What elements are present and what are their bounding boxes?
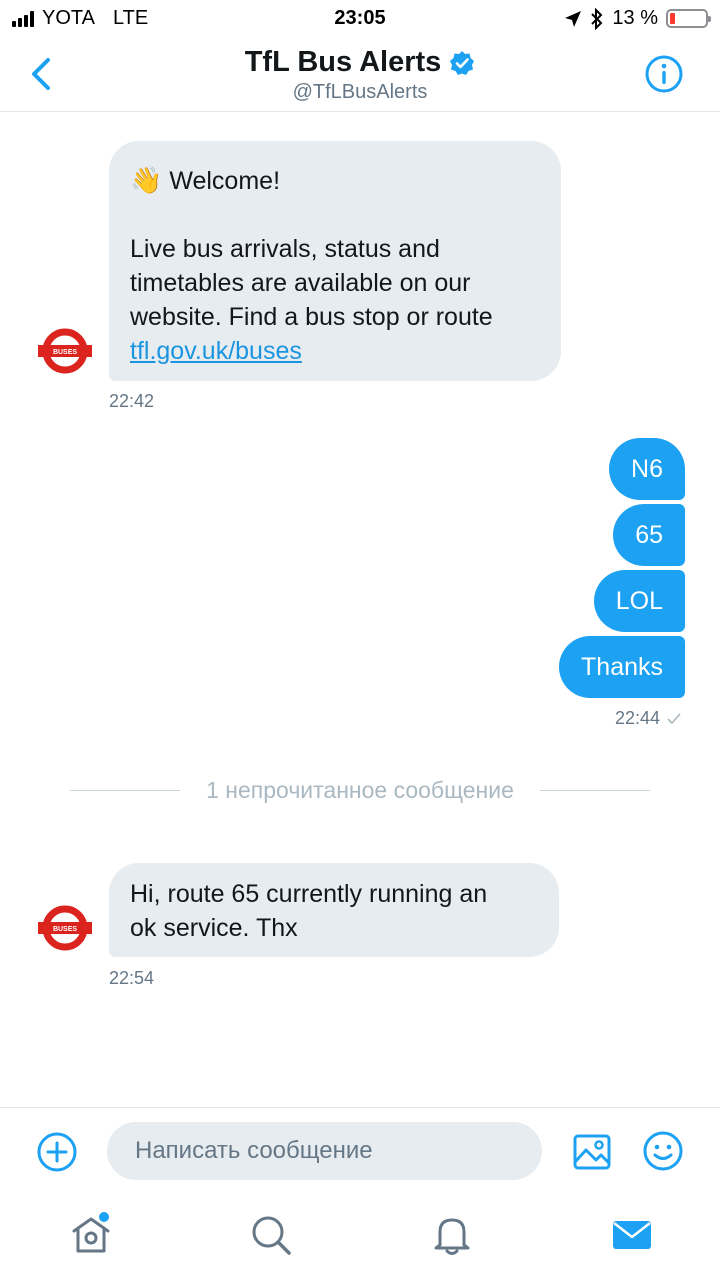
- status-right: 13 %: [564, 7, 711, 30]
- message-timestamp: 22:42: [109, 391, 155, 411]
- status-bar: YOTA LTE 23:05 13 %: [0, 0, 720, 38]
- welcome-greeting-row: 👋 Welcome!: [130, 163, 541, 198]
- tfl-buses-link[interactable]: tfl.gov.uk/buses: [130, 337, 302, 365]
- reply-text-line: ok service. Thx: [130, 914, 298, 942]
- tfl-avatar[interactable]: BUSES: [37, 900, 93, 956]
- account-handle: @TfLBusAlerts: [292, 81, 428, 103]
- sent-timestamp-row: 22:44: [615, 708, 682, 729]
- sent-message-bubble[interactable]: LOL: [593, 570, 685, 632]
- checkmark-icon: [667, 712, 681, 724]
- welcome-text-line: timetables are available on our: [130, 269, 471, 297]
- conversation-header: TfL Bus Alerts @TfLBusAlerts: [0, 38, 720, 112]
- battery-percent: 13 %: [612, 7, 658, 29]
- battery-icon: [666, 9, 711, 28]
- message-timestamp: 22:54: [109, 968, 155, 988]
- svg-text:BUSES: BUSES: [53, 926, 77, 933]
- message-bubble-welcome[interactable]: 👋 Welcome! Live bus arrivals, status and…: [109, 141, 561, 381]
- unread-divider: 1 непрочитанное сообщение: [70, 775, 651, 805]
- page-title: TfL Bus Alerts: [244, 46, 442, 78]
- info-button[interactable]: [644, 54, 684, 94]
- message-bubble-reply[interactable]: Hi, route 65 currently running an ok ser…: [109, 863, 559, 957]
- tfl-roundel-icon: BUSES: [38, 905, 92, 951]
- welcome-greeting: Welcome!: [169, 167, 281, 195]
- waving-hand-icon: 👋: [130, 165, 163, 195]
- divider-line: [70, 789, 181, 791]
- plus-circle-icon[interactable]: [36, 1131, 78, 1173]
- unread-divider-label: 1 непрочитанное сообщение: [206, 776, 514, 803]
- message-timestamp: 22:44: [614, 708, 660, 728]
- header-title-block[interactable]: TfL Bus Alerts @TfLBusAlerts: [0, 46, 720, 104]
- sent-message-bubble[interactable]: Thanks: [559, 636, 685, 698]
- notifications-icon[interactable]: [430, 1213, 474, 1257]
- search-icon[interactable]: [249, 1213, 293, 1257]
- welcome-text-line: Live bus arrivals, status and: [130, 235, 440, 263]
- bluetooth-icon: [591, 7, 603, 30]
- new-activity-dot: [99, 1212, 109, 1222]
- reply-text-line: Hi, route 65 currently running an: [130, 880, 488, 908]
- bottom-tab-bar: [0, 1197, 720, 1280]
- divider-line: [539, 789, 651, 791]
- verified-badge-icon: [450, 50, 475, 75]
- smiley-icon[interactable]: [642, 1130, 684, 1172]
- message-input[interactable]: [107, 1122, 542, 1180]
- welcome-text-line: website. Find a bus stop or route: [130, 303, 493, 331]
- message-composer: [0, 1107, 720, 1197]
- sent-message-bubble[interactable]: 65: [613, 504, 685, 566]
- svg-text:BUSES: BUSES: [53, 349, 77, 356]
- image-icon[interactable]: [572, 1132, 612, 1172]
- sent-message-bubble[interactable]: N6: [609, 438, 685, 500]
- tfl-roundel-icon: BUSES: [38, 328, 92, 374]
- messages-icon[interactable]: [610, 1213, 654, 1257]
- location-arrow-icon: [565, 10, 582, 27]
- tfl-avatar[interactable]: BUSES: [37, 323, 93, 379]
